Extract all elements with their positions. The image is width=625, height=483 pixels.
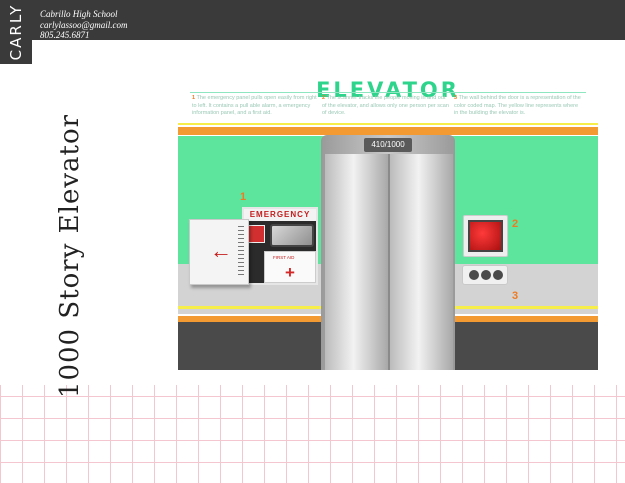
caption-number: 1	[192, 95, 196, 101]
emergency-panel: EMERGENCY FIRST AID +	[242, 207, 318, 285]
scanner	[463, 215, 508, 257]
call-button-right	[493, 270, 503, 280]
phone: 805.245.6871	[40, 30, 90, 40]
scanner-screen	[468, 220, 503, 252]
orange-stripe-top	[178, 127, 598, 135]
project-title: 1000 Story Elevator	[55, 113, 85, 399]
caption-3: 3 The wall behind the door is a represen…	[454, 95, 582, 118]
caption-2: 2 The scanner tracks the people moving i…	[322, 95, 450, 118]
contact-info: Cabrillo High School carlylassoo@gmail.c…	[40, 9, 128, 41]
call-button-middle	[481, 270, 491, 280]
email: carlylassoo@gmail.com	[40, 19, 128, 30]
elevator-poster: ELEVATOR 1 The emergency panel pulls ope…	[178, 78, 598, 370]
school-name: Cabrillo High School	[40, 9, 118, 19]
header-bar: Cabrillo High School carlylassoo@gmail.c…	[0, 0, 625, 40]
vent-lines	[238, 226, 244, 276]
caption-text: The emergency panel pulls open easily fr…	[192, 95, 317, 116]
floor-counter: 410/1000	[364, 138, 412, 152]
elevator-scene: 410/1000 1 EMERGENCY FIRST AID + ← 2 3	[178, 123, 598, 370]
caption-number: 3	[454, 95, 458, 101]
name-tab-label: CARLY	[7, 3, 25, 61]
emergency-panel-door: ←	[189, 219, 249, 285]
name-tab: CARLY	[0, 0, 32, 64]
callout-2: 2	[512, 218, 519, 230]
emergency-label: EMERGENCY	[244, 209, 316, 221]
caption-number: 2	[322, 95, 326, 101]
callout-3: 3	[512, 290, 519, 302]
caption-text: The scanner tracks the people moving in …	[322, 95, 449, 116]
info-screen	[270, 224, 314, 247]
caption-1: 1 The emergency panel pulls open easily …	[192, 95, 320, 118]
callout-1: 1	[240, 191, 247, 203]
alarm-handle	[247, 225, 265, 243]
caption-text: The wall behind the door is a representa…	[454, 95, 581, 116]
call-button-left	[469, 270, 479, 280]
first-aid-cross-icon: +	[285, 263, 295, 282]
left-arrow-icon: ←	[210, 238, 232, 263]
yellow-stripe-top	[178, 123, 598, 125]
elevator-door-left	[325, 154, 389, 370]
elevator-door-right	[389, 154, 453, 370]
first-aid-kit: FIRST AID +	[264, 251, 316, 283]
first-aid-label: FIRST AID	[273, 255, 295, 260]
call-buttons	[462, 265, 508, 285]
title-underline	[190, 92, 586, 93]
